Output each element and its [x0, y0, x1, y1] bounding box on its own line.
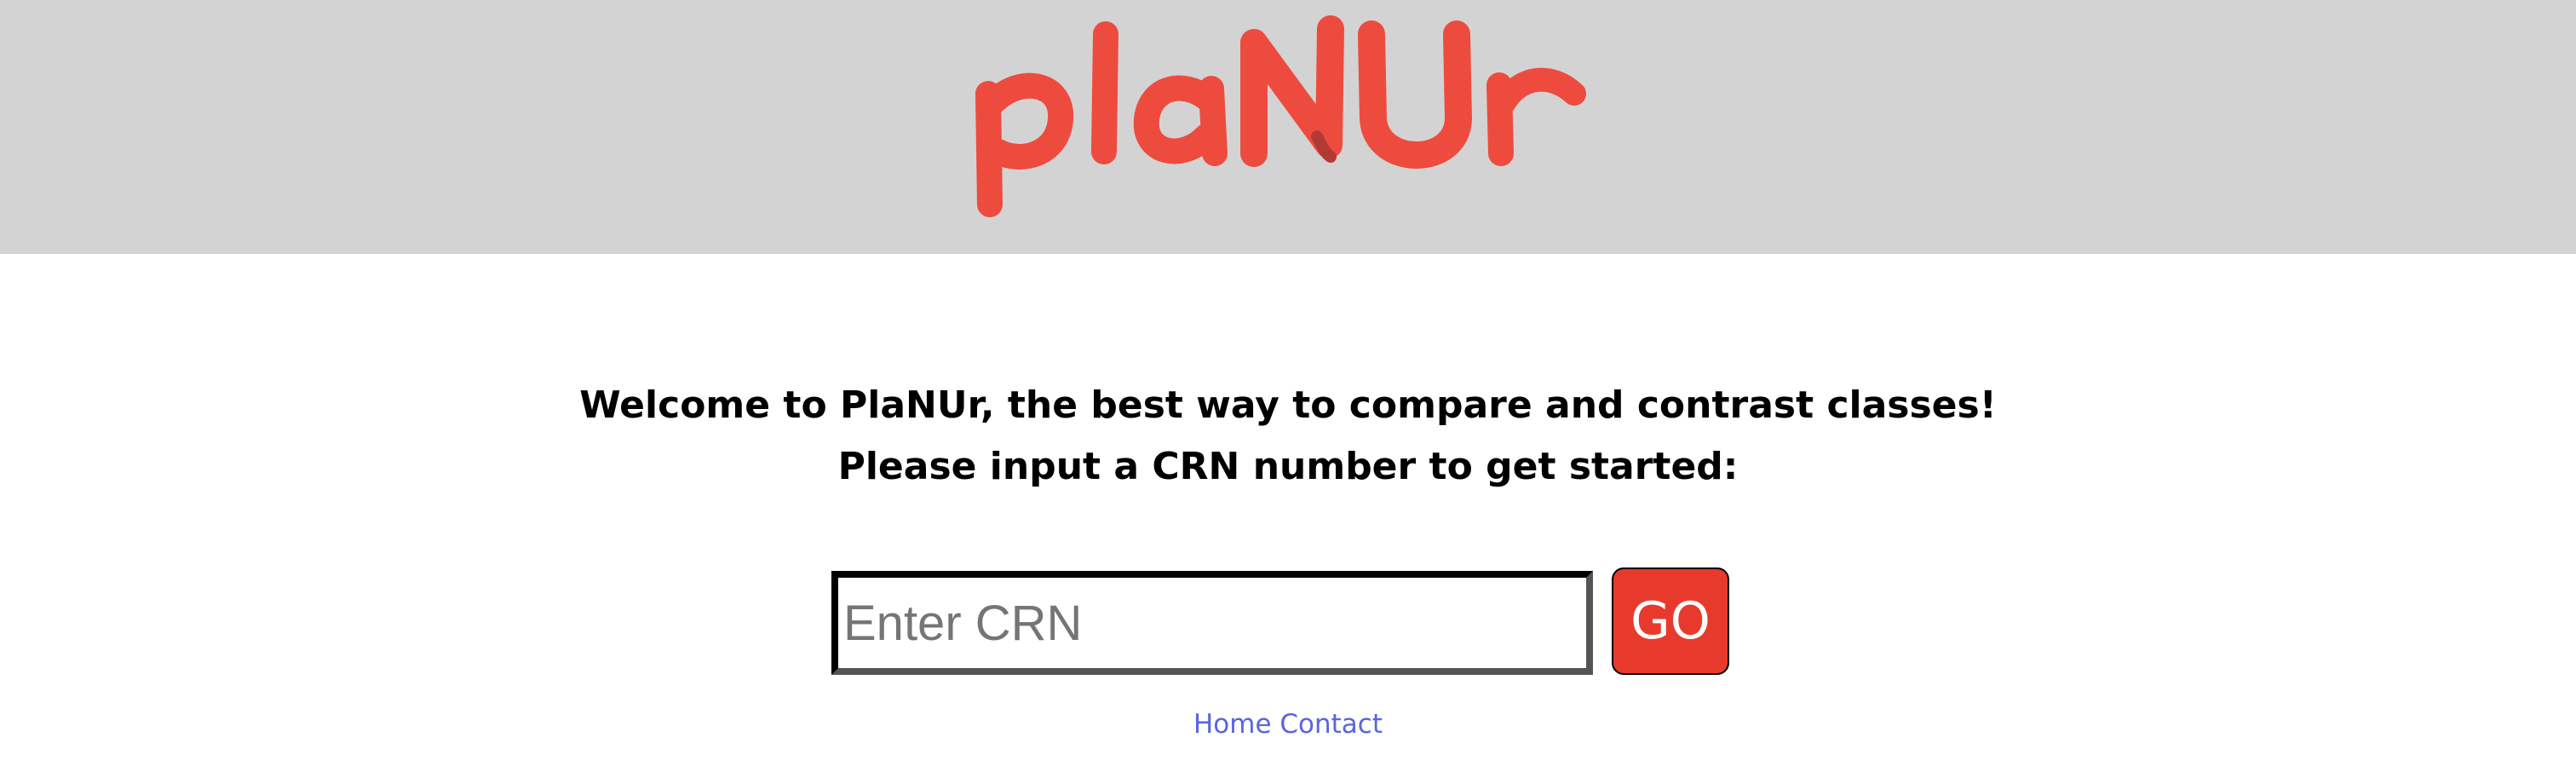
planur-logo: [975, 15, 1586, 217]
welcome-message: Welcome to PlaNUr, the best way to compa…: [579, 383, 1997, 427]
go-button[interactable]: GO: [1612, 567, 1729, 675]
contact-link[interactable]: Contact: [1279, 709, 1383, 740]
home-link[interactable]: Home: [1193, 709, 1272, 740]
crn-input[interactable]: [831, 571, 1593, 675]
footer-nav: Home Contact: [0, 704, 2576, 745]
header-banner: [0, 0, 2576, 254]
instruction-message: Please input a CRN number to get started…: [837, 445, 1739, 488]
